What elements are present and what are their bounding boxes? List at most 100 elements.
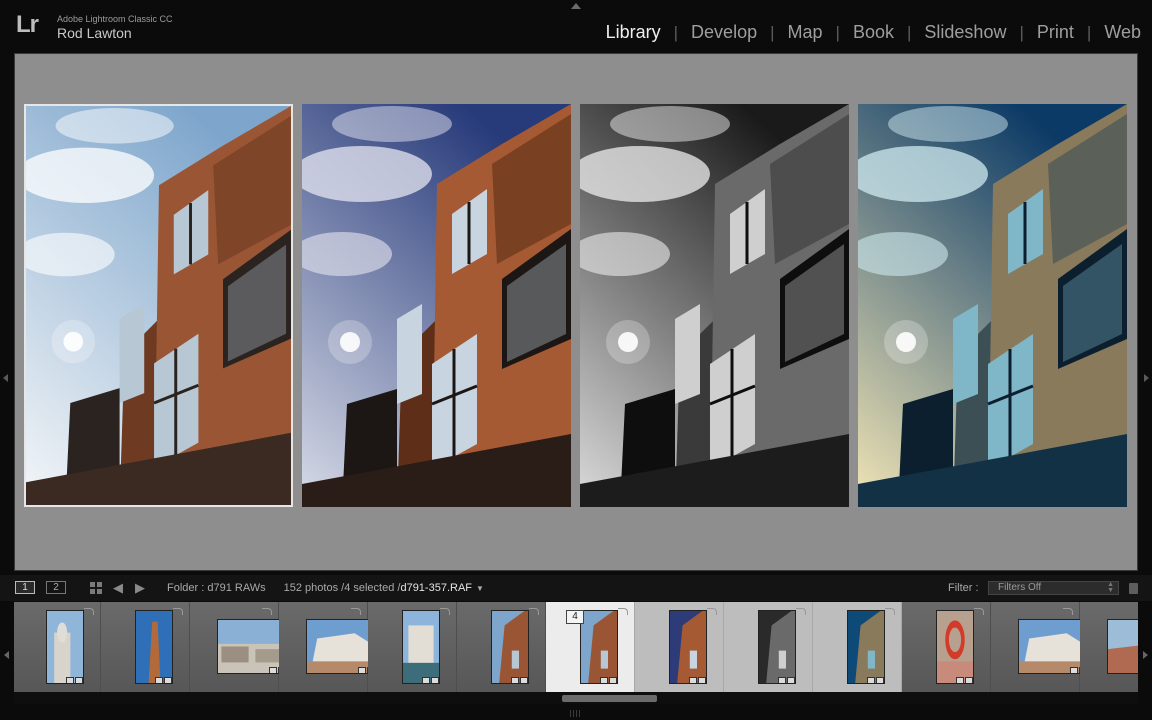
filmstrip-cell[interactable] xyxy=(457,602,546,692)
collapse-right-panel-arrow-icon[interactable] xyxy=(1144,374,1149,382)
develop-badge-icon xyxy=(164,677,172,683)
rotate-icon[interactable] xyxy=(974,608,984,615)
develop-badge-icon xyxy=(698,677,706,683)
filmstrip-cell[interactable] xyxy=(14,602,101,692)
collapse-top-panel-arrow-icon[interactable] xyxy=(571,3,581,9)
collapse-bottom-panel-grip-icon[interactable] xyxy=(568,708,584,718)
thumbnail-badges xyxy=(66,677,83,683)
thumbnail-badges xyxy=(956,677,973,683)
module-separator: | xyxy=(673,22,679,42)
rotate-icon[interactable] xyxy=(351,608,361,615)
module-library[interactable]: Library xyxy=(606,22,661,43)
develop-badge-icon xyxy=(520,677,528,683)
rotate-icon[interactable] xyxy=(618,608,628,615)
thumbnail-badges xyxy=(422,677,439,683)
filmstrip-thumbnail-lifebuoy[interactable] xyxy=(936,610,974,684)
photo-image xyxy=(26,106,291,505)
filmstrip-cell[interactable] xyxy=(724,602,813,692)
filmstrip-thumbnail-building-vivid[interactable] xyxy=(669,610,707,684)
module-book[interactable]: Book xyxy=(853,22,894,43)
filter-lock-icon[interactable] xyxy=(1129,583,1138,594)
module-print[interactable]: Print xyxy=(1037,22,1074,43)
collection-badge-icon xyxy=(600,677,608,683)
filmstrip-source-indicator[interactable]: Folder : d791 RAWs 152 photos /4 selected… xyxy=(167,582,484,594)
rotate-icon[interactable] xyxy=(84,608,94,615)
filmstrip-thumbnail-building-teal[interactable] xyxy=(847,610,885,684)
photo-image xyxy=(302,104,571,507)
filmstrip-cell[interactable] xyxy=(368,602,457,692)
module-develop[interactable]: Develop xyxy=(691,22,757,43)
filmstrip-thumbnail-building-mono[interactable] xyxy=(758,610,796,684)
filmstrip-thumbnail-harbour[interactable] xyxy=(402,610,440,684)
filmstrip-thumbnail-building[interactable] xyxy=(491,610,529,684)
back-arrow-icon[interactable]: ◀ xyxy=(113,581,123,594)
rotate-icon[interactable] xyxy=(262,608,272,615)
survey-photo-mono[interactable] xyxy=(580,104,849,507)
collection-badge-icon xyxy=(422,677,430,683)
develop-badge-icon xyxy=(787,677,795,683)
collection-badge-icon xyxy=(155,677,163,683)
module-separator: | xyxy=(906,22,912,42)
photo-image xyxy=(580,104,849,507)
collection-badge-icon xyxy=(778,677,786,683)
module-picker: Library | Develop | Map | Book | Slideshow | Print… xyxy=(606,22,1141,43)
folder-label: Folder : d791 RAWs xyxy=(167,582,266,594)
grid-view-icon[interactable] xyxy=(90,582,102,594)
main-window-button[interactable]: 1 xyxy=(15,581,35,594)
filmstrip-cell[interactable] xyxy=(635,602,724,692)
filter-select[interactable]: Filters Off ▲ ▼ xyxy=(988,581,1119,595)
rotate-icon[interactable] xyxy=(796,608,806,615)
collection-badge-icon xyxy=(689,677,697,683)
collection-badge-icon xyxy=(867,677,875,683)
module-map[interactable]: Map xyxy=(788,22,823,43)
filmstrip-thumbnail-statue[interactable] xyxy=(46,610,84,684)
filmstrip-thumbnail-pier[interactable] xyxy=(1107,619,1138,674)
rotate-icon[interactable] xyxy=(707,608,717,615)
module-separator: | xyxy=(1019,22,1024,42)
collapse-left-panel-arrow-icon[interactable] xyxy=(3,374,8,382)
filmstrip-cell[interactable] xyxy=(1080,602,1138,692)
develop-badge-icon xyxy=(876,677,884,683)
thumbnail-badges xyxy=(867,677,884,683)
filmstrip-cell[interactable]: 4 xyxy=(546,602,635,692)
filmstrip-thumbnail-apartments[interactable] xyxy=(306,619,376,674)
filmstrip-thumbnail-apartments[interactable] xyxy=(1018,619,1088,674)
filmstrip-cell[interactable] xyxy=(279,602,376,692)
filter-value: Filters Off xyxy=(998,582,1042,593)
module-web[interactable]: Web xyxy=(1104,22,1141,43)
survey-photo-vivid[interactable] xyxy=(302,104,571,507)
rotate-icon[interactable] xyxy=(1063,608,1073,615)
lightroom-logo: Lr xyxy=(16,11,39,38)
survey-photo-natural[interactable] xyxy=(24,104,293,507)
filmstrip-thumbnail-tower[interactable] xyxy=(135,610,173,684)
filmstrip-cell[interactable] xyxy=(902,602,991,692)
survey-photo-teal[interactable] xyxy=(858,104,1127,507)
collection-badge-icon xyxy=(66,677,74,683)
thumbnail-badges xyxy=(778,677,795,683)
rotate-icon[interactable] xyxy=(173,608,183,615)
secondary-window-button[interactable]: 2 xyxy=(46,581,66,594)
filmstrip-thumbnail-street[interactable] xyxy=(217,619,287,674)
collapse-right-panel-arrow-icon[interactable] xyxy=(1143,651,1148,659)
collection-badge-icon xyxy=(1070,667,1078,673)
filmstrip-cell[interactable] xyxy=(190,602,287,692)
collapse-left-panel-arrow-icon[interactable] xyxy=(4,651,9,659)
module-slideshow[interactable]: Slideshow xyxy=(924,22,1006,43)
rotate-icon[interactable] xyxy=(885,608,895,615)
filmstrip-cell[interactable] xyxy=(991,602,1088,692)
forward-arrow-icon[interactable]: ▶ xyxy=(135,581,145,594)
thumbnail-badges xyxy=(155,677,172,683)
filmstrip-scroll-thumb[interactable] xyxy=(562,695,657,702)
source-dropdown-icon[interactable]: ▼ xyxy=(476,584,484,593)
collection-badge-icon xyxy=(358,667,366,673)
selection-count-badge: 4 xyxy=(566,610,584,624)
module-separator: | xyxy=(1086,22,1092,42)
thumbnail-badges xyxy=(689,677,706,683)
filmstrip-cell[interactable] xyxy=(813,602,902,692)
filmstrip-cell[interactable] xyxy=(101,602,190,692)
rotate-icon[interactable] xyxy=(440,608,450,615)
rotate-icon[interactable] xyxy=(529,608,539,615)
filmstrip-thumbnail-building[interactable] xyxy=(580,610,618,684)
develop-badge-icon xyxy=(965,677,973,683)
module-separator: | xyxy=(770,22,775,42)
